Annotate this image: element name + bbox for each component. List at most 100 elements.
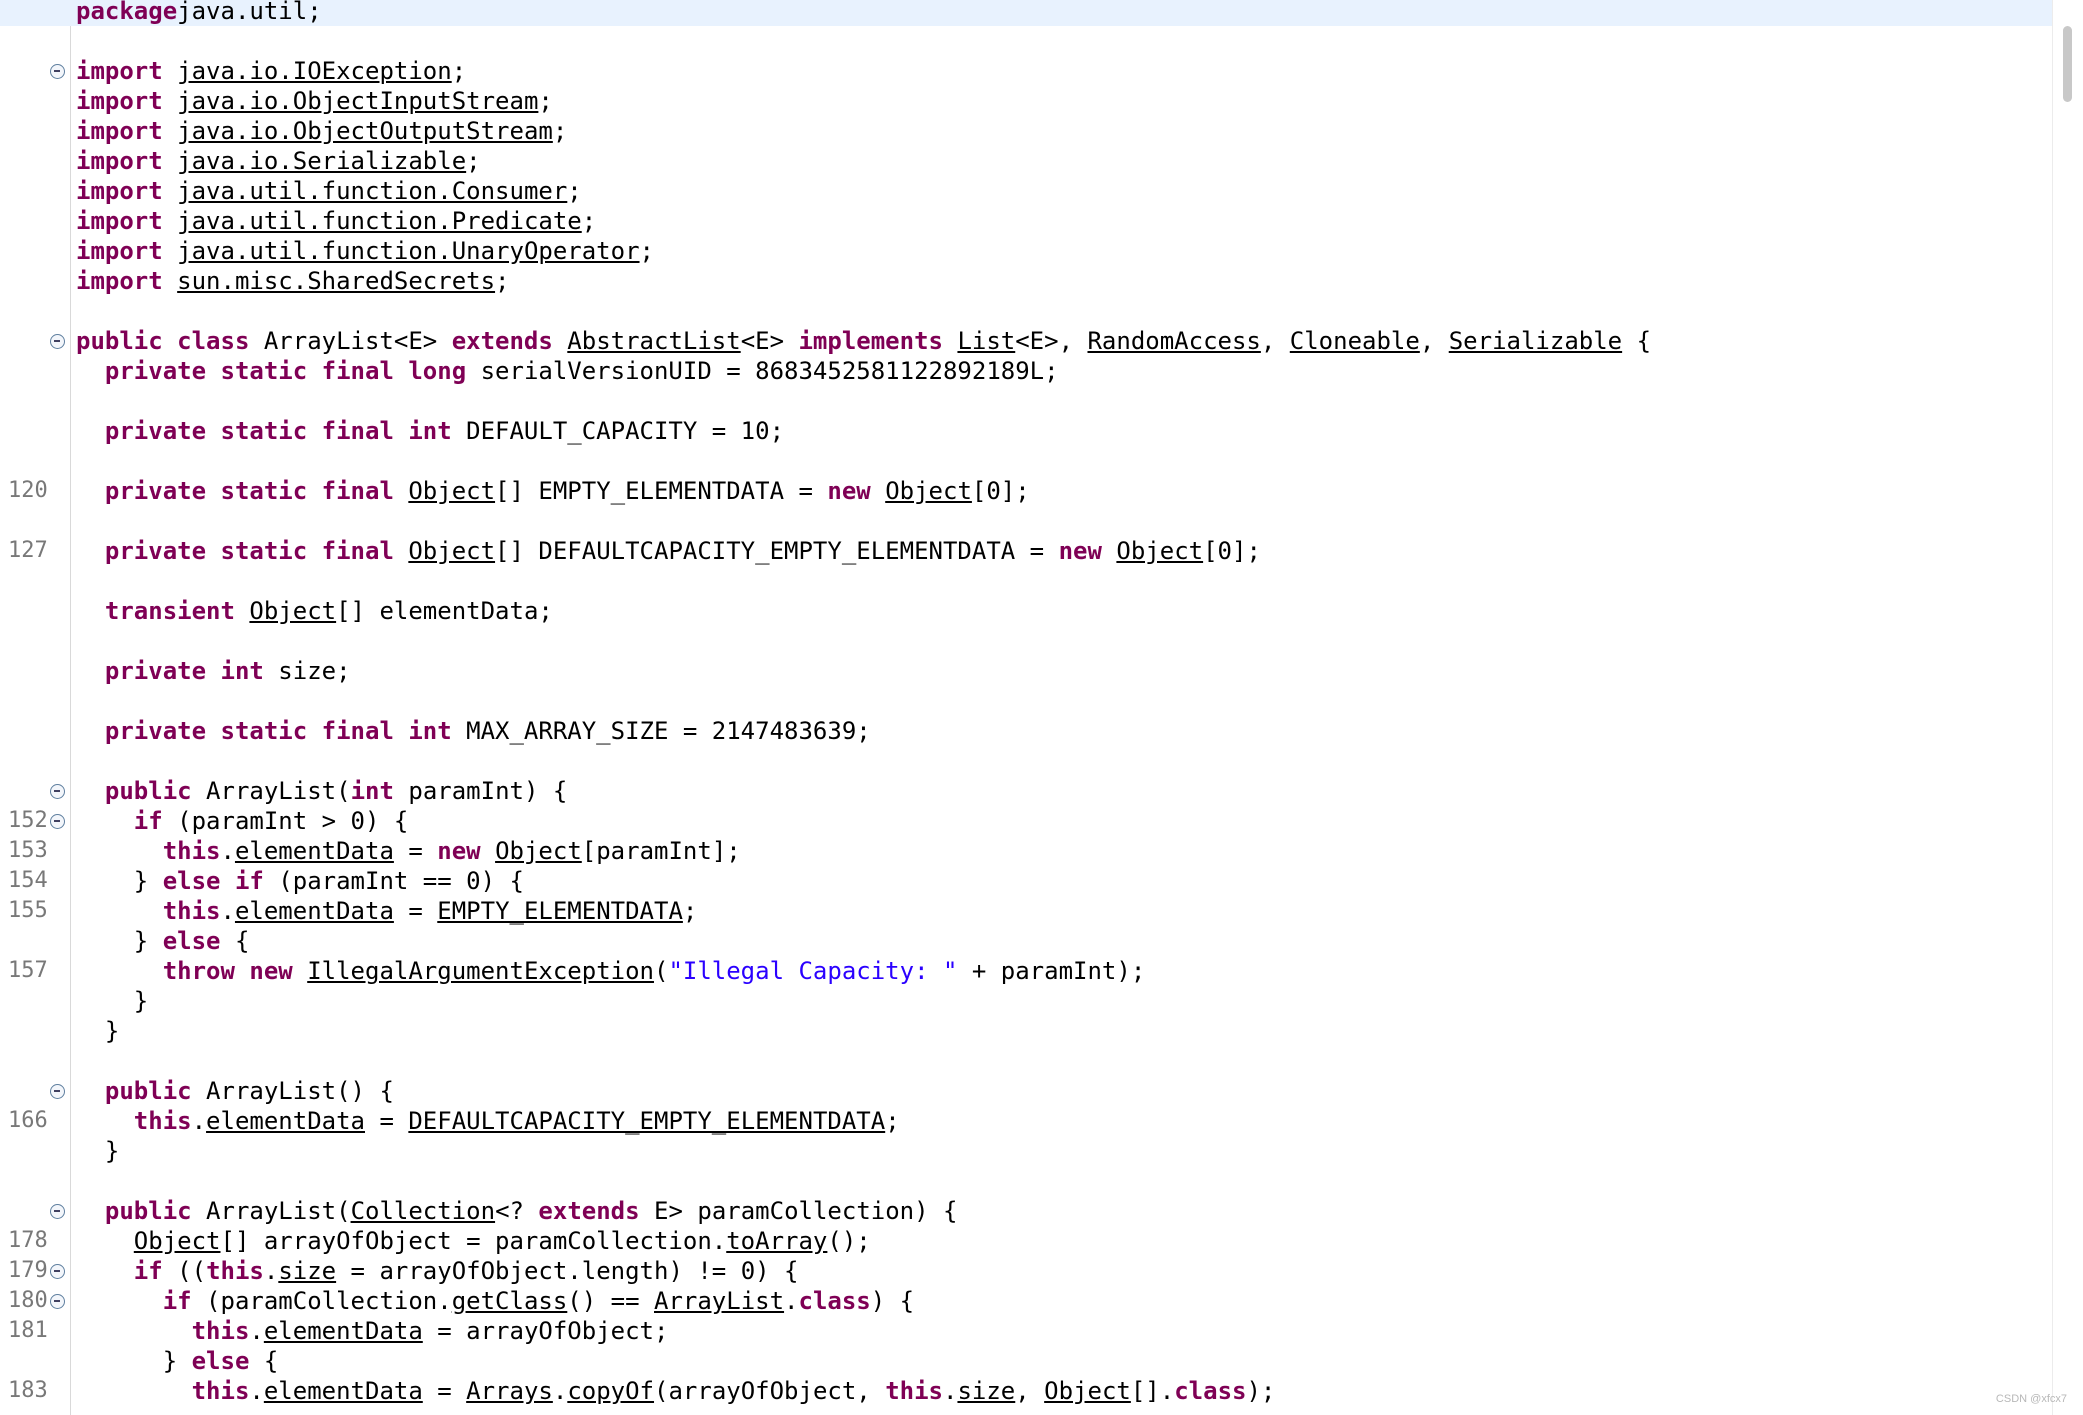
code-line[interactable]: 155 this.elementData = EMPTY_ELEMENTDATA… <box>0 896 2055 926</box>
reference-token[interactable]: Object <box>249 597 336 625</box>
code-line[interactable]: import java.io.Serializable; <box>0 146 2055 176</box>
reference-token[interactable]: java.io.Serializable <box>177 147 466 175</box>
reference-token[interactable]: elementData <box>264 1377 423 1405</box>
code-line[interactable]: 127 private static final Object[] DEFAUL… <box>0 536 2055 566</box>
reference-token[interactable]: Collection <box>351 1197 496 1225</box>
code-line[interactable]: public ArrayList(int paramInt) { <box>0 776 2055 806</box>
reference-token[interactable]: size <box>957 1377 1015 1405</box>
reference-token[interactable]: size <box>278 1257 336 1285</box>
reference-token[interactable]: Object <box>408 477 495 505</box>
code-line[interactable]: import sun.misc.SharedSecrets; <box>0 266 2055 296</box>
code-line[interactable]: import java.io.ObjectInputStream; <box>0 86 2055 116</box>
fold-collapse-icon[interactable] <box>50 1264 65 1279</box>
reference-token[interactable]: elementData <box>235 837 394 865</box>
reference-token[interactable]: Object <box>1116 537 1203 565</box>
reference-token[interactable]: java.util.function.Predicate <box>177 207 582 235</box>
reference-token[interactable]: ArrayList <box>654 1287 784 1315</box>
fold-collapse-icon[interactable] <box>50 1084 65 1099</box>
code-line[interactable]: 178 Object[] arrayOfObject = paramCollec… <box>0 1226 2055 1256</box>
code-line[interactable]: packagejava.util; <box>0 0 2055 26</box>
reference-token[interactable]: elementData <box>206 1107 365 1135</box>
code-line[interactable]: private static final int DEFAULT_CAPACIT… <box>0 416 2055 446</box>
fold-collapse-icon[interactable] <box>50 64 65 79</box>
reference-token[interactable]: Object <box>495 837 582 865</box>
code-line[interactable]: } <box>0 1136 2055 1166</box>
reference-token[interactable]: toArray <box>726 1227 827 1255</box>
reference-token[interactable]: Object <box>1044 1377 1131 1405</box>
fold-collapse-icon[interactable] <box>50 334 65 349</box>
code-line[interactable]: private static final long serialVersionU… <box>0 356 2055 386</box>
code-line[interactable]: import java.io.IOException; <box>0 56 2055 86</box>
code-line[interactable] <box>0 626 2055 656</box>
code-line[interactable] <box>0 686 2055 716</box>
reference-token[interactable]: elementData <box>235 897 394 925</box>
code-line[interactable]: private int size; <box>0 656 2055 686</box>
code-line[interactable]: 120 private static final Object[] EMPTY_… <box>0 476 2055 506</box>
code-line[interactable]: 181 this.elementData = arrayOfObject; <box>0 1316 2055 1346</box>
fold-collapse-icon[interactable] <box>50 784 65 799</box>
code-line[interactable]: } else { <box>0 926 2055 956</box>
code-line[interactable]: } <box>0 986 2055 1016</box>
code-text: Object[] arrayOfObject = paramCollection… <box>76 1226 871 1256</box>
fold-collapse-icon[interactable] <box>50 1204 65 1219</box>
code-line[interactable]: import java.util.function.Predicate; <box>0 206 2055 236</box>
code-line[interactable] <box>0 506 2055 536</box>
code-line[interactable]: 157 throw new IllegalArgumentException("… <box>0 956 2055 986</box>
code-line[interactable]: public class ArrayList<E> extends Abstra… <box>0 326 2055 356</box>
reference-token[interactable]: java.io.IOException <box>177 57 452 85</box>
reference-token[interactable]: IllegalArgumentException <box>307 957 654 985</box>
code-line[interactable] <box>0 296 2055 326</box>
code-line[interactable] <box>0 386 2055 416</box>
reference-token[interactable]: AbstractList <box>567 327 740 355</box>
reference-token[interactable]: java.util.function.UnaryOperator <box>177 237 639 265</box>
code-line[interactable]: 152 if (paramInt > 0) { <box>0 806 2055 836</box>
reference-token[interactable]: Serializable <box>1449 327 1622 355</box>
code-editor[interactable]: packagejava.util; import java.io.IOExcept… <box>0 0 2083 1415</box>
reference-token[interactable]: java.util.function.Consumer <box>177 177 567 205</box>
fold-collapse-icon[interactable] <box>50 814 65 829</box>
code-line[interactable]: private static final int MAX_ARRAY_SIZE … <box>0 716 2055 746</box>
reference-token[interactable]: java.io.ObjectOutputStream <box>177 117 553 145</box>
code-line[interactable] <box>0 1046 2055 1076</box>
reference-token[interactable]: EMPTY_ELEMENTDATA <box>437 897 683 925</box>
code-line[interactable] <box>0 446 2055 476</box>
reference-token[interactable]: elementData <box>264 1317 423 1345</box>
code-line[interactable]: 153 this.elementData = new Object[paramI… <box>0 836 2055 866</box>
code-line[interactable] <box>0 26 2055 56</box>
reference-token[interactable]: Object <box>134 1227 221 1255</box>
code-line[interactable]: import java.util.function.UnaryOperator; <box>0 236 2055 266</box>
code-line[interactable]: import java.io.ObjectOutputStream; <box>0 116 2055 146</box>
reference-token[interactable]: Cloneable <box>1290 327 1420 355</box>
code-line[interactable]: } <box>0 1016 2055 1046</box>
reference-token[interactable]: List <box>957 327 1015 355</box>
scrollbar-thumb[interactable] <box>2063 26 2072 102</box>
reference-token[interactable]: sun.misc.SharedSecrets <box>177 267 495 295</box>
reference-token[interactable]: Arrays <box>466 1377 553 1405</box>
code-line[interactable]: 180 if (paramCollection.getClass() == Ar… <box>0 1286 2055 1316</box>
reference-token[interactable]: RandomAccess <box>1087 327 1260 355</box>
code-line[interactable]: public ArrayList(Collection<? extends E>… <box>0 1196 2055 1226</box>
code-line[interactable]: import java.util.function.Consumer; <box>0 176 2055 206</box>
code-line[interactable] <box>0 566 2055 596</box>
code-line[interactable]: 154 } else if (paramInt == 0) { <box>0 866 2055 896</box>
code-line[interactable] <box>0 1166 2055 1196</box>
code-line[interactable]: 179 if ((this.size = arrayOfObject.lengt… <box>0 1256 2055 1286</box>
code-line[interactable]: transient Object[] elementData; <box>0 596 2055 626</box>
reference-token[interactable]: DEFAULTCAPACITY_EMPTY_ELEMENTDATA <box>408 1107 885 1135</box>
code-line[interactable] <box>0 746 2055 776</box>
code-token: E> paramCollection) { <box>639 1197 958 1225</box>
code-line[interactable]: public ArrayList() { <box>0 1076 2055 1106</box>
reference-token[interactable]: Object <box>408 537 495 565</box>
reference-token[interactable]: Object <box>885 477 972 505</box>
reference-token[interactable]: java.io.ObjectInputStream <box>177 87 538 115</box>
code-line[interactable]: 166 this.elementData = DEFAULTCAPACITY_E… <box>0 1106 2055 1136</box>
code-line[interactable]: } else { <box>0 1346 2055 1376</box>
code-line[interactable]: 183 this.elementData = Arrays.copyOf(arr… <box>0 1376 2055 1406</box>
fold-collapse-icon[interactable] <box>50 1294 65 1309</box>
reference-token[interactable]: copyOf <box>567 1377 654 1405</box>
code-token: [] arrayOfObject = paramCollection. <box>220 1227 727 1255</box>
vertical-scrollbar[interactable] <box>2052 0 2083 1415</box>
reference-token[interactable]: getClass <box>452 1287 568 1315</box>
